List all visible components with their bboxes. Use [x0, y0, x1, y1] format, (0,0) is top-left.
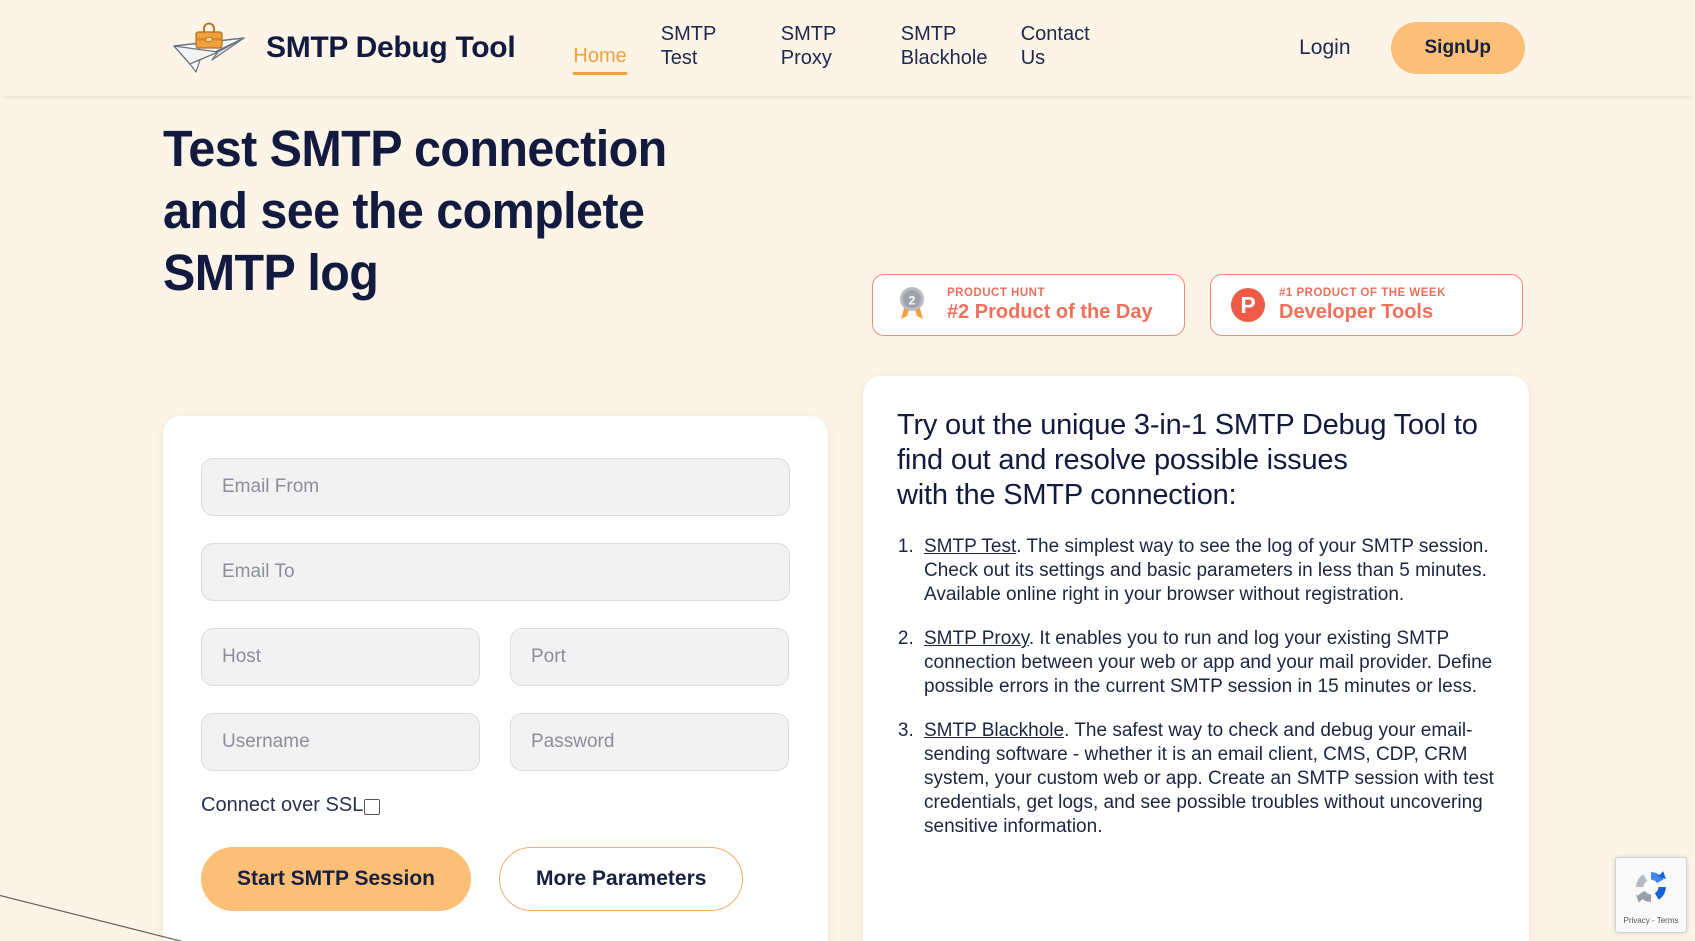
- page-title: Test SMTP connection and see the complet…: [163, 120, 667, 301]
- nav-item-smtp-proxy[interactable]: SMTP Proxy: [781, 22, 867, 74]
- list-item: SMTP Blackhole. The safest way to check …: [919, 719, 1495, 839]
- smtp-test-link[interactable]: SMTP Test: [924, 536, 1016, 557]
- product-hunt-letter: P: [1231, 288, 1265, 322]
- main-nav: Home SMTP Test SMTP Proxy SMTP Blackhole…: [573, 22, 1132, 75]
- port-input[interactable]: [510, 628, 789, 686]
- badge-product-of-the-day[interactable]: 2 PRODUCT HUNT #2 Product of the Day: [872, 274, 1185, 336]
- decorative-diagonal-line: [0, 833, 220, 941]
- smtp-form-card: Connect over SSL Start SMTP Session More…: [163, 416, 828, 941]
- nav-item-contact-us[interactable]: Contact Us: [1021, 22, 1099, 74]
- list-item: SMTP Proxy. It enables you to run and lo…: [919, 627, 1495, 699]
- username-password-row: [201, 713, 790, 798]
- recaptcha-badge[interactable]: Privacy - Terms: [1615, 857, 1687, 933]
- email-to-input[interactable]: [201, 543, 790, 601]
- list-item: SMTP Test. The simplest way to see the l…: [919, 535, 1495, 607]
- host-port-row: [201, 628, 790, 713]
- svg-text:2: 2: [909, 293, 916, 307]
- info-card: Try out the unique 3-in-1 SMTP Debug Too…: [863, 376, 1529, 941]
- info-heading: Try out the unique 3-in-1 SMTP Debug Too…: [897, 408, 1495, 513]
- ssl-toggle-row: Connect over SSL: [201, 794, 790, 817]
- page-root: SMTP Debug Tool Home SMTP Test SMTP Prox…: [0, 0, 1695, 941]
- signup-button[interactable]: SignUp: [1390, 22, 1525, 74]
- award-badges: 2 PRODUCT HUNT #2 Product of the Day P #…: [872, 274, 1523, 336]
- silver-medal-icon: 2: [893, 283, 933, 328]
- smtp-proxy-link[interactable]: SMTP Proxy: [924, 628, 1029, 649]
- brand[interactable]: SMTP Debug Tool: [170, 20, 516, 76]
- main-content: Test SMTP connection and see the complet…: [0, 96, 1695, 941]
- nav-item-smtp-test[interactable]: SMTP Test: [661, 22, 747, 74]
- site-header: SMTP Debug Tool Home SMTP Test SMTP Prox…: [0, 0, 1695, 96]
- feature-list: SMTP Test. The simplest way to see the l…: [919, 535, 1495, 839]
- info-heading-line-2: with the SMTP connection:: [897, 479, 1237, 511]
- login-link[interactable]: Login: [1299, 36, 1350, 60]
- product-hunt-p-icon: P: [1231, 288, 1265, 322]
- badge-product-of-the-week[interactable]: P #1 PRODUCT OF THE WEEK Developer Tools: [1210, 274, 1523, 336]
- form-actions: Start SMTP Session More Parameters: [201, 847, 790, 911]
- badge-texts: #1 PRODUCT OF THE WEEK Developer Tools: [1279, 286, 1446, 324]
- ssl-label: Connect over SSL: [201, 794, 364, 816]
- more-parameters-button[interactable]: More Parameters: [499, 847, 744, 911]
- smtp-blackhole-link[interactable]: SMTP Blackhole: [924, 720, 1064, 741]
- info-heading-line-1: Try out the unique 3-in-1 SMTP Debug Too…: [897, 409, 1478, 476]
- badge-kicker: PRODUCT HUNT: [947, 287, 1045, 299]
- ssl-checkbox[interactable]: [364, 798, 381, 815]
- email-from-input[interactable]: [201, 458, 790, 516]
- recaptcha-icon: [1630, 866, 1672, 913]
- nav-item-smtp-blackhole[interactable]: SMTP Blackhole: [901, 22, 988, 74]
- password-input[interactable]: [510, 713, 789, 771]
- recaptcha-text: Privacy - Terms: [1623, 916, 1679, 925]
- nav-item-home[interactable]: Home: [573, 44, 627, 75]
- badge-kicker: #1 PRODUCT OF THE WEEK: [1279, 287, 1446, 299]
- host-input[interactable]: [201, 628, 480, 686]
- badge-title: #2 Product of the Day: [947, 301, 1153, 323]
- username-input[interactable]: [201, 713, 480, 771]
- start-smtp-session-button[interactable]: Start SMTP Session: [201, 847, 472, 911]
- badge-title: Developer Tools: [1279, 301, 1434, 323]
- badge-texts: PRODUCT HUNT #2 Product of the Day: [947, 286, 1153, 324]
- paper-plane-briefcase-icon: [170, 20, 252, 76]
- brand-name: SMTP Debug Tool: [266, 31, 516, 64]
